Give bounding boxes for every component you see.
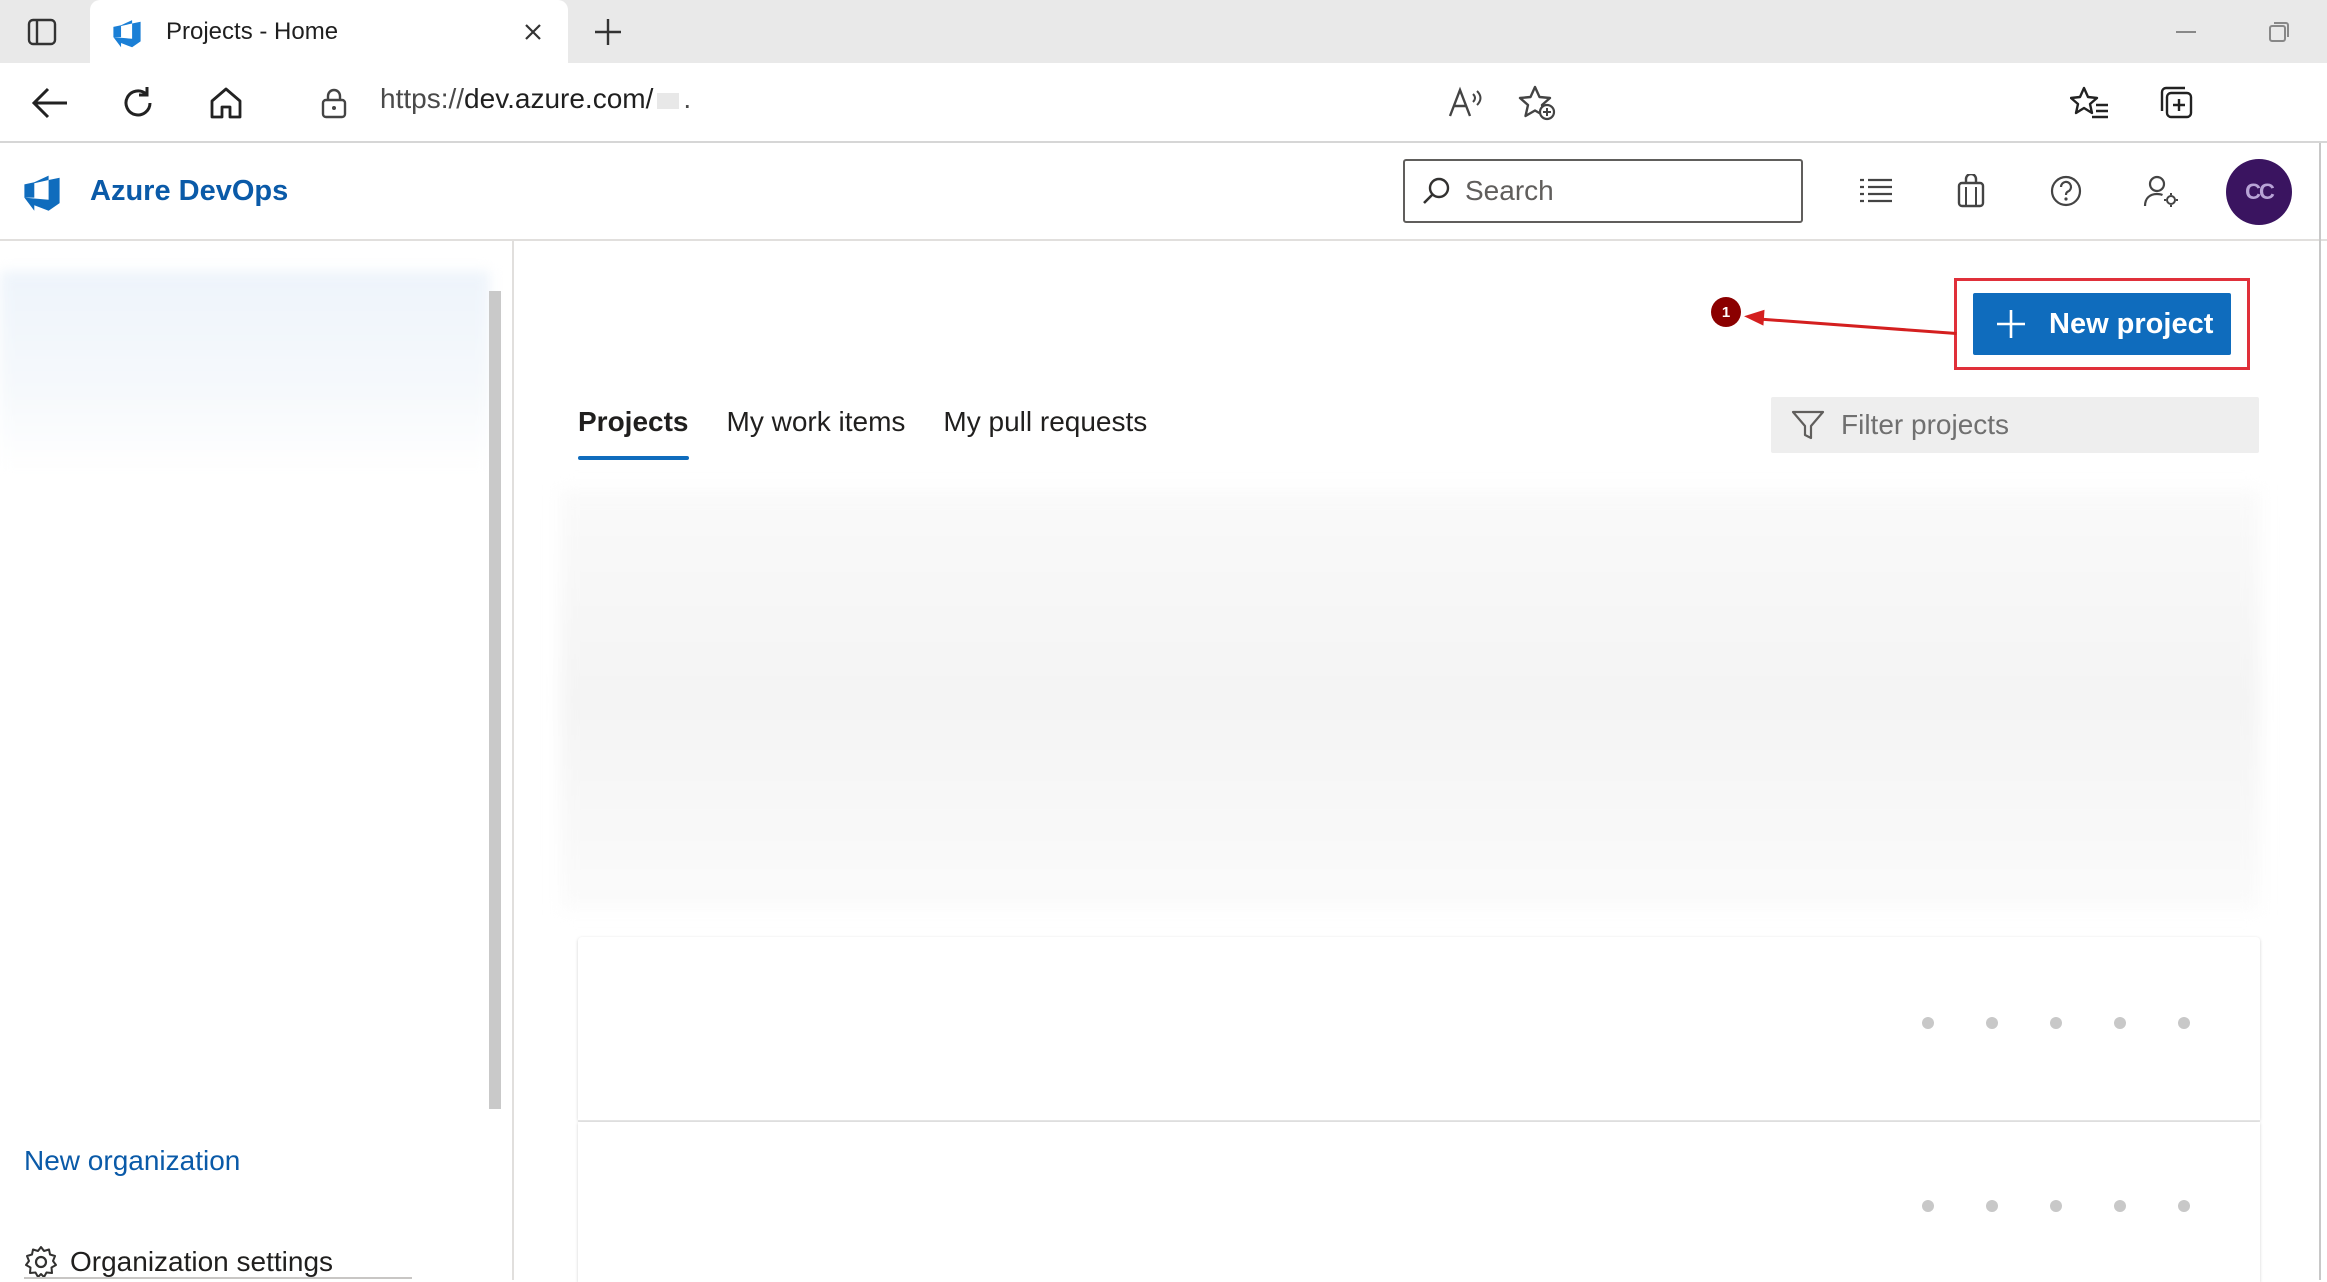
- loading-dot: [2178, 1017, 2190, 1029]
- organization-settings-label: Organization settings: [70, 1246, 334, 1277]
- plus-icon: [1997, 310, 2025, 338]
- restore-icon[interactable]: [2259, 12, 2299, 52]
- search-placeholder: Search: [1465, 175, 1554, 206]
- minimize-icon[interactable]: [2166, 12, 2206, 52]
- loading-dots: [1922, 1200, 2242, 1212]
- annotation-arrow-line: [1751, 317, 1957, 336]
- close-tab-icon[interactable]: [518, 17, 548, 47]
- help-icon[interactable]: [2044, 169, 2088, 213]
- sidebar-organization-list-redacted: [0, 271, 490, 471]
- loading-dot: [1922, 1017, 1934, 1029]
- divider: [24, 1277, 412, 1279]
- browser-tabstrip: Projects - Home: [0, 0, 2327, 63]
- user-settings-icon[interactable]: [2139, 169, 2183, 213]
- search-input[interactable]: Search: [1403, 159, 1803, 223]
- annotation-step-badge: 1: [1711, 297, 1741, 327]
- sidebar: New organization Organization settings: [0, 241, 514, 1280]
- favorites-icon[interactable]: [2066, 81, 2114, 125]
- ado-header: Azure DevOps Search CC: [0, 143, 2327, 241]
- url-host: dev.azure.com/: [464, 83, 654, 114]
- new-project-label: New project: [2049, 307, 2214, 340]
- recent-projects-redacted: [560, 490, 2260, 910]
- avatar[interactable]: CC: [2226, 159, 2292, 225]
- lock-icon[interactable]: [310, 81, 358, 125]
- address-bar-url[interactable]: https://dev.azure.com/.: [380, 83, 691, 115]
- new-project-button[interactable]: New project: [1973, 293, 2231, 355]
- loading-dot: [1986, 1200, 1998, 1212]
- tab-projects[interactable]: Projects: [578, 406, 689, 460]
- new-tab-icon[interactable]: [588, 14, 628, 50]
- collections-icon[interactable]: [2154, 81, 2202, 125]
- project-tabs: Projects My work items My pull requests: [578, 406, 1185, 460]
- back-icon[interactable]: [26, 81, 74, 125]
- home-icon[interactable]: [202, 81, 250, 125]
- loading-dots: [1922, 1017, 2242, 1029]
- loading-dot: [2050, 1200, 2062, 1212]
- ado-brand-name[interactable]: Azure DevOps: [90, 175, 288, 208]
- tab-actions-icon: [27, 18, 57, 46]
- annotation-arrowhead: [1743, 308, 1765, 326]
- add-favorite-icon[interactable]: [1513, 81, 1561, 125]
- page-scrollbar[interactable]: [2319, 143, 2327, 1280]
- new-organization-link[interactable]: New organization: [24, 1145, 240, 1177]
- refresh-icon[interactable]: [114, 81, 162, 125]
- loading-dot: [2178, 1200, 2190, 1212]
- marketplace-bag-icon[interactable]: [1949, 169, 1993, 213]
- loading-dot: [2050, 1017, 2062, 1029]
- loading-dot: [1922, 1200, 1934, 1212]
- loading-dot: [2114, 1017, 2126, 1029]
- tab-actions-button[interactable]: [18, 13, 66, 51]
- azure-devops-logo-icon[interactable]: [20, 169, 64, 213]
- browser-tab-active[interactable]: Projects - Home: [90, 0, 568, 63]
- search-icon: [1423, 177, 1450, 204]
- browser-toolbar: https://dev.azure.com/.: [0, 63, 2327, 143]
- browser-tab-title: Projects - Home: [166, 17, 339, 45]
- loading-dot: [2114, 1200, 2126, 1212]
- azure-devops-favicon: [113, 19, 141, 47]
- url-scheme: https://: [380, 83, 465, 114]
- sidebar-scrollbar[interactable]: [489, 291, 501, 1109]
- url-suffix: .: [683, 83, 692, 114]
- work-items-list-icon[interactable]: [1854, 169, 1898, 213]
- filter-projects-input[interactable]: Filter projects: [1771, 397, 2259, 453]
- filter-placeholder: Filter projects: [1841, 409, 2010, 440]
- tab-my-work-items[interactable]: My work items: [727, 406, 906, 460]
- filter-icon: [1791, 410, 1825, 440]
- loading-dot: [1986, 1017, 1998, 1029]
- read-aloud-icon[interactable]: [1442, 81, 1490, 125]
- gear-icon: [25, 1246, 57, 1278]
- url-redacted: [657, 92, 680, 109]
- organization-settings-button[interactable]: Organization settings: [24, 1245, 333, 1279]
- tab-my-pull-requests[interactable]: My pull requests: [943, 406, 1147, 460]
